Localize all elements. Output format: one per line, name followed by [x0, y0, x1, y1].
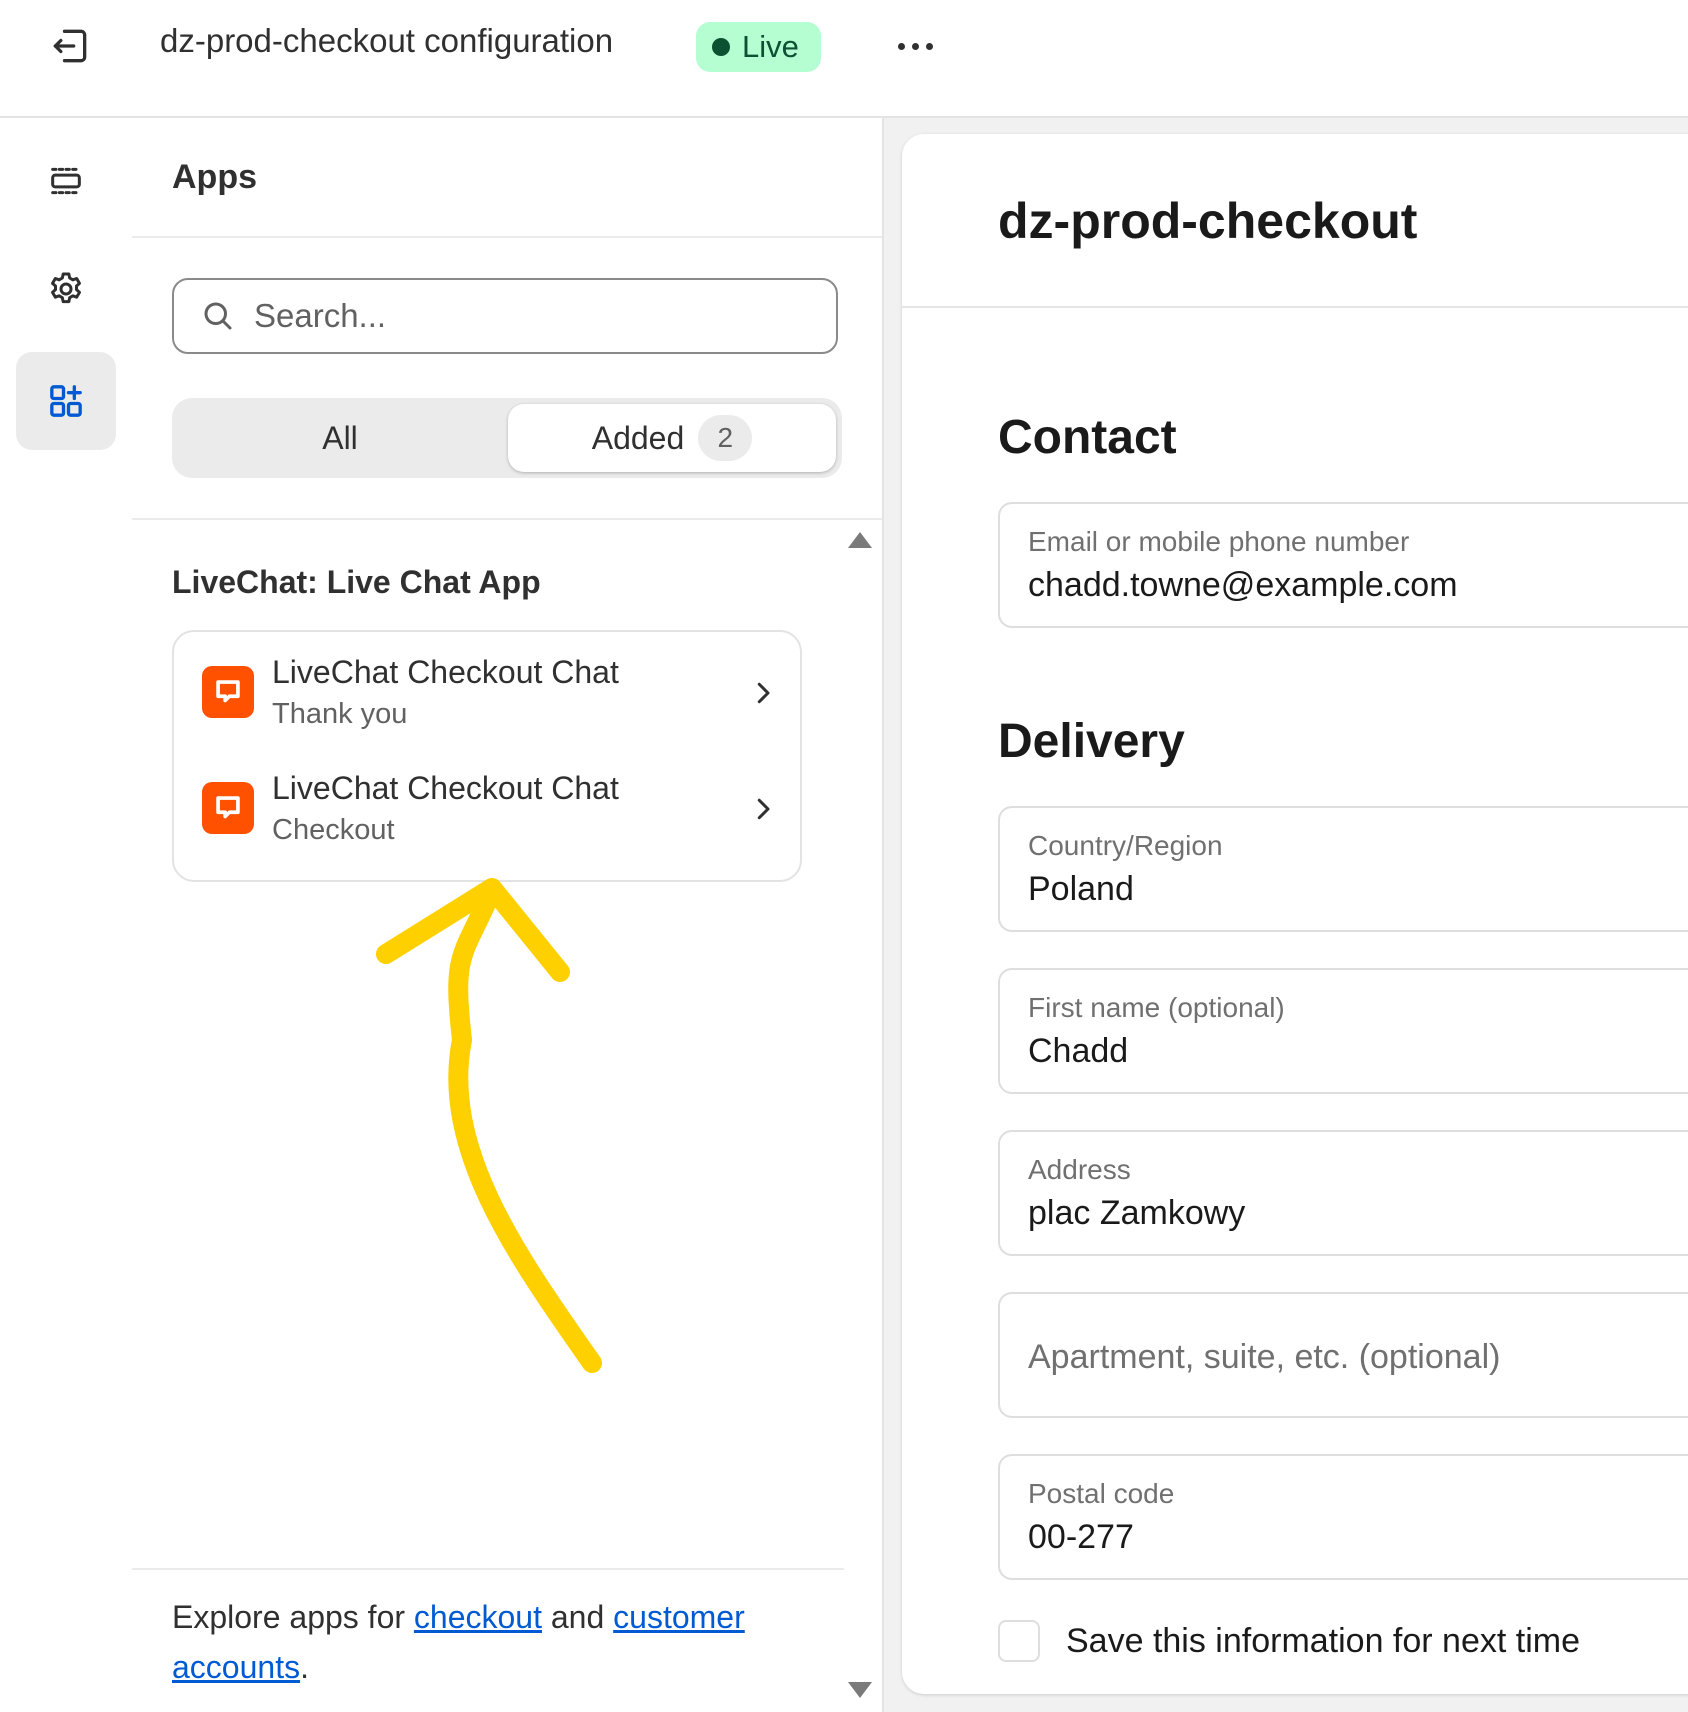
checkout-preview: dz-prod-checkout Contact Email or mobile…	[902, 134, 1688, 1694]
shop-name: dz-prod-checkout	[998, 193, 1418, 249]
apps-title: Apps	[172, 158, 257, 196]
country-region-value: Poland	[1028, 870, 1134, 908]
footer-suffix: .	[300, 1649, 309, 1685]
tab-added-label: Added	[591, 419, 685, 456]
contact-heading: Contact	[998, 411, 1177, 464]
address-field[interactable]: Address plac Zamkowy	[998, 1130, 1688, 1256]
livechat-icon	[202, 666, 254, 718]
exit-button[interactable]	[40, 20, 100, 72]
app-section-title: LiveChat: Live Chat App	[172, 564, 541, 600]
left-rail	[0, 118, 134, 1712]
postal-code-label: Postal code	[1028, 1478, 1175, 1509]
app-block-location: Thank you	[272, 698, 408, 730]
footer-middle: and	[541, 1599, 614, 1635]
postal-code-field[interactable]: Postal code 00-277	[998, 1454, 1688, 1580]
country-region-label: Country/Region	[1028, 830, 1223, 861]
save-info-label: Save this information for next time	[1066, 1621, 1581, 1660]
divider	[902, 306, 1688, 308]
more-dot	[911, 42, 919, 50]
apps-add-icon	[50, 385, 82, 417]
status-badge-label: Live	[742, 29, 799, 64]
postal-code-value: 00-277	[1028, 1518, 1134, 1556]
address-label: Address	[1028, 1154, 1131, 1185]
more-horizontal-icon	[897, 42, 905, 50]
app-block-name: LiveChat Checkout Chat	[272, 770, 619, 806]
footer-prefix: Explore apps for	[172, 1599, 414, 1635]
email-field-label: Email or mobile phone number	[1028, 526, 1410, 557]
rail-item-settings[interactable]	[16, 240, 116, 338]
app-block-item[interactable]: LiveChat Checkout Chat Thank you	[202, 654, 782, 744]
page-title: dz-prod-checkout configuration	[160, 22, 614, 59]
app-blocks-card: LiveChat Checkout Chat Thank you LiveCha…	[172, 630, 802, 882]
save-info-checkbox[interactable]	[998, 1620, 1040, 1662]
search-input[interactable]	[252, 296, 816, 336]
address-value: plac Zamkowy	[1028, 1194, 1246, 1232]
more-actions-button[interactable]	[880, 20, 950, 72]
gear-icon	[51, 272, 81, 304]
checkout-apps-link[interactable]: checkout	[414, 1599, 542, 1635]
country-region-field[interactable]: Country/Region Poland	[998, 806, 1688, 932]
top-bar: dz-prod-checkout configuration Live	[0, 0, 1688, 118]
tab-added[interactable]: Added 2	[508, 404, 836, 472]
email-field[interactable]: Email or mobile phone number chadd.towne…	[998, 502, 1688, 628]
delivery-heading: Delivery	[998, 715, 1185, 768]
tab-all[interactable]: All	[172, 398, 508, 478]
explore-apps-text: Explore apps for checkout and customer a…	[172, 1592, 832, 1692]
first-name-field[interactable]: First name (optional) Chadd	[998, 968, 1688, 1094]
app-block-location: Checkout	[272, 814, 395, 846]
scroll-up-arrow-icon[interactable]	[848, 532, 872, 548]
exit-icon	[53, 29, 87, 63]
layout-sections-icon	[51, 167, 81, 195]
email-field-value: chadd.towne@example.com	[1028, 566, 1458, 604]
chevron-right-icon	[757, 798, 770, 820]
app-block-item[interactable]: LiveChat Checkout Chat Checkout	[202, 770, 782, 860]
rail-item-apps[interactable]	[16, 352, 116, 450]
scroll-down-arrow-icon[interactable]	[848, 1682, 872, 1698]
apartment-placeholder: Apartment, suite, etc. (optional)	[1028, 1338, 1501, 1376]
first-name-label: First name (optional)	[1028, 992, 1285, 1023]
chevron-right-icon	[757, 682, 770, 704]
apartment-field[interactable]: Apartment, suite, etc. (optional)	[998, 1292, 1688, 1418]
search-box[interactable]	[172, 278, 838, 354]
divider	[132, 1568, 844, 1570]
save-info-row: Save this information for next time	[998, 1616, 1580, 1666]
status-dot-icon	[712, 38, 730, 56]
apps-panel: Apps All Added 2 LiveChat: Live Chat App…	[132, 118, 884, 1712]
apps-filter-tabs: All Added 2	[172, 398, 842, 478]
app-block-name: LiveChat Checkout Chat	[272, 654, 619, 690]
search-icon	[204, 302, 232, 330]
more-dot	[925, 42, 933, 50]
added-count-badge: 2	[698, 415, 753, 461]
apps-header: Apps	[132, 118, 882, 238]
livechat-icon	[202, 782, 254, 834]
first-name-value: Chadd	[1028, 1032, 1129, 1070]
divider	[132, 518, 882, 520]
rail-item-sections[interactable]	[16, 132, 116, 230]
status-badge: Live	[696, 22, 821, 72]
